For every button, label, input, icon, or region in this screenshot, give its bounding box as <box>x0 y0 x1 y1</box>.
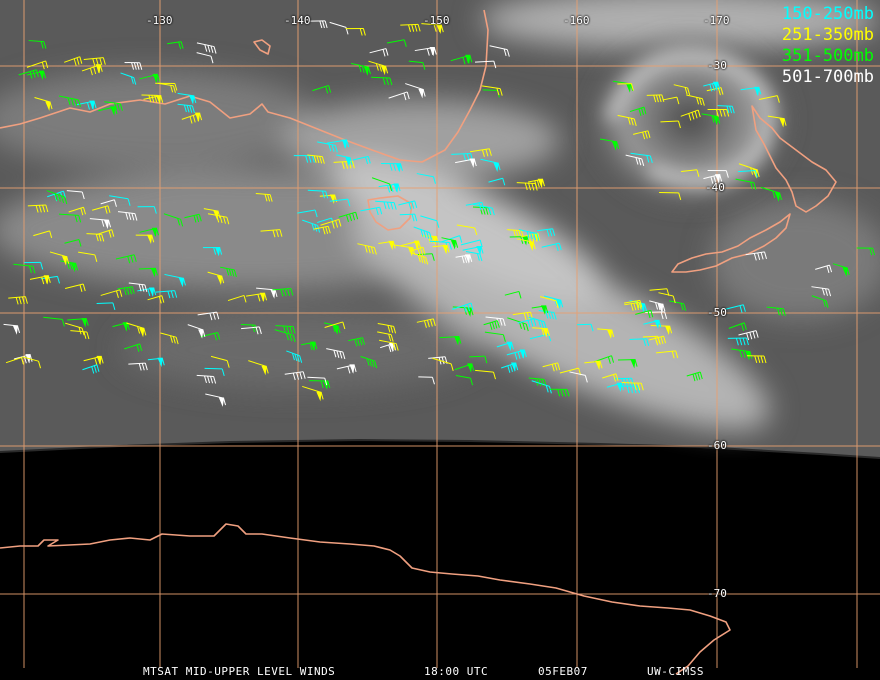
lon-label-160: -160 <box>563 14 590 27</box>
lon-label-130: -130 <box>146 14 173 27</box>
legend-501-700mb: 501-700mb <box>781 67 874 87</box>
lat-label-30: -30 <box>707 59 727 72</box>
lat-label-40: -40 <box>705 181 725 194</box>
lat-label-50: -50 <box>707 306 727 319</box>
legend-251-350mb: 251-350mb <box>781 25 874 45</box>
satellite-wind-map: -130 -140 -150 -160 -170 -30 -40 -50 -60… <box>0 0 880 680</box>
map-imagery <box>0 0 880 675</box>
caption-time: 18:00 UTC <box>424 665 489 678</box>
lon-label-170: -170 <box>703 14 730 27</box>
lon-label-150: -150 <box>423 14 450 27</box>
legend-351-500mb: 351-500mb <box>781 46 874 66</box>
caption-source: UW-CIMSS <box>647 665 704 678</box>
lon-label-140: -140 <box>284 14 311 27</box>
legend-150-250mb: 150-250mb <box>781 4 874 24</box>
lat-label-60: -60 <box>707 439 727 452</box>
caption-title: MTSAT MID-UPPER LEVEL WINDS <box>143 665 336 678</box>
lat-label-70: -70 <box>707 587 727 600</box>
caption-date: 05FEB07 <box>538 665 588 678</box>
